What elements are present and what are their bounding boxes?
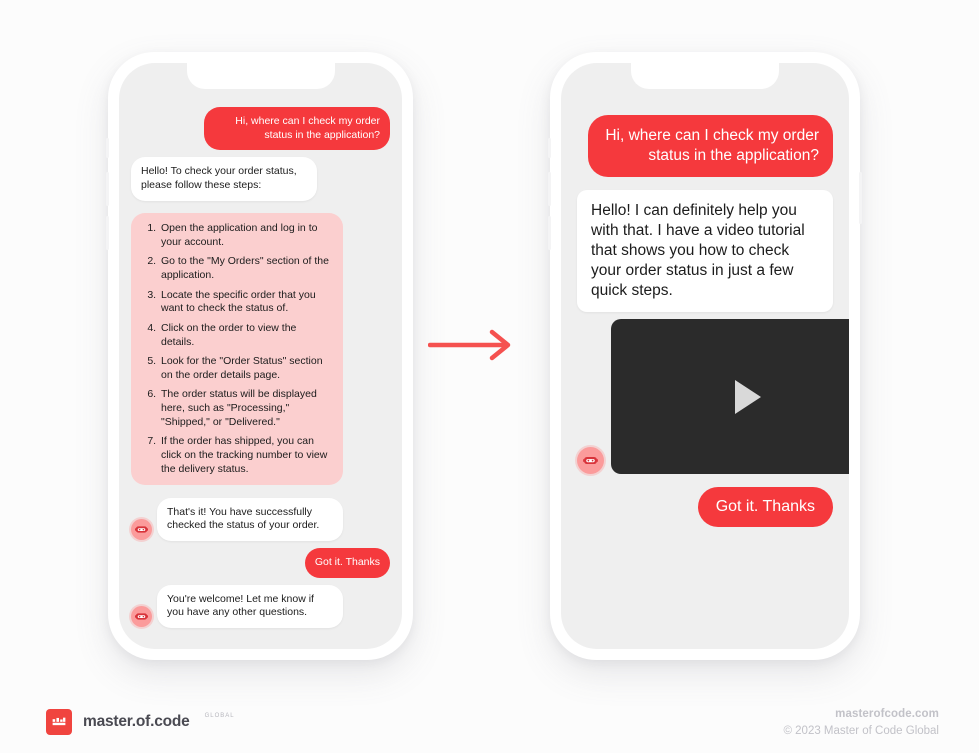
chat-row-user: Hi, where can I check my order status in… <box>131 107 390 151</box>
play-icon[interactable] <box>735 379 761 414</box>
phone-mockup-right: Hi, where can I check my order status in… <box>548 52 862 660</box>
copyright-text: © 2023 Master of Code Global <box>783 725 939 737</box>
phone-side-button-volume-down[interactable] <box>548 216 551 250</box>
chat-row-bot-steps: Open the application and log in to your … <box>131 213 390 486</box>
step-item: The order status will be displayed here,… <box>159 388 332 429</box>
phone-side-button-power[interactable] <box>859 172 862 224</box>
step-item: Look for the "Order Status" section on t… <box>159 355 332 382</box>
chat-row-user: Got it. Thanks <box>131 548 390 578</box>
phone-notch <box>631 63 779 89</box>
footer-meta: masterofcode.com © 2023 Master of Code G… <box>783 708 939 737</box>
chat-row-bot: Hello! I can definitely help you with th… <box>577 189 833 313</box>
phone-side-button-volume-up[interactable] <box>548 172 551 206</box>
steps-list: Open the application and log in to your … <box>140 222 332 476</box>
chat-thread-right: Hi, where can I check my order status in… <box>561 63 849 649</box>
chat-bubble-user[interactable]: Got it. Thanks <box>697 487 833 528</box>
logo-wordmark: master.of.code <box>83 713 190 730</box>
chat-bubble-steps[interactable]: Open the application and log in to your … <box>131 213 343 486</box>
arrow-right-icon <box>427 329 511 361</box>
bot-avatar <box>131 605 152 627</box>
phone-side-button-mute[interactable] <box>106 138 109 158</box>
chat-row-user: Got it. Thanks <box>577 487 833 528</box>
logo-glyph-icon <box>52 717 66 726</box>
chat-thread-left: Hi, where can I check my order status in… <box>119 63 402 649</box>
chat-row-bot: You're welcome! Let me know if you have … <box>131 584 390 628</box>
phone-mockup-left: Hi, where can I check my order status in… <box>106 52 413 660</box>
phone-notch <box>186 63 335 89</box>
robot-face-icon <box>583 457 598 465</box>
step-item: If the order has shipped, you can click … <box>159 435 332 476</box>
step-item: Locate the specific order that you want … <box>159 289 332 316</box>
step-item: Open the application and log in to your … <box>159 222 332 249</box>
bot-avatar <box>131 519 152 541</box>
master-of-code-logo-icon <box>46 709 72 735</box>
bot-avatar <box>577 447 604 475</box>
footer-branding: master.of.code GLOBAL <box>46 709 235 735</box>
phone-screen-right: Hi, where can I check my order status in… <box>561 63 849 649</box>
robot-face-icon <box>135 526 148 533</box>
chat-row-bot-video <box>577 319 849 475</box>
logo-subtext: GLOBAL <box>204 713 235 719</box>
phone-screen-left: Hi, where can I check my order status in… <box>119 63 402 649</box>
canvas: Hi, where can I check my order status in… <box>0 0 979 753</box>
robot-face-icon <box>135 613 148 620</box>
step-item: Click on the order to view the details. <box>159 322 332 349</box>
chat-bubble-bot[interactable]: That's it! You have successfully checked… <box>157 497 343 542</box>
step-item: Go to the "My Orders" section of the app… <box>159 255 332 282</box>
chat-row-bot: Hello! To check your order status, pleas… <box>131 157 390 201</box>
phone-side-button-mute[interactable] <box>548 138 551 158</box>
chat-bubble-user[interactable]: Hi, where can I check my order status in… <box>204 107 390 151</box>
chat-bubble-user[interactable]: Hi, where can I check my order status in… <box>588 115 833 177</box>
chat-bubble-bot[interactable]: Hello! I can definitely help you with th… <box>577 189 833 313</box>
chat-bubble-bot[interactable]: You're welcome! Let me know if you have … <box>157 584 343 628</box>
website-url[interactable]: masterofcode.com <box>783 708 939 720</box>
chat-row-bot: That's it! You have successfully checked… <box>131 497 390 542</box>
phone-side-button-volume-up[interactable] <box>106 172 109 206</box>
chat-row-user: Hi, where can I check my order status in… <box>577 115 833 177</box>
phone-side-button-volume-down[interactable] <box>106 216 109 250</box>
flow-arrow-right <box>427 328 520 362</box>
video-player[interactable] <box>611 319 849 475</box>
chat-bubble-user[interactable]: Got it. Thanks <box>304 548 390 578</box>
chat-bubble-bot[interactable]: Hello! To check your order status, pleas… <box>131 157 317 201</box>
